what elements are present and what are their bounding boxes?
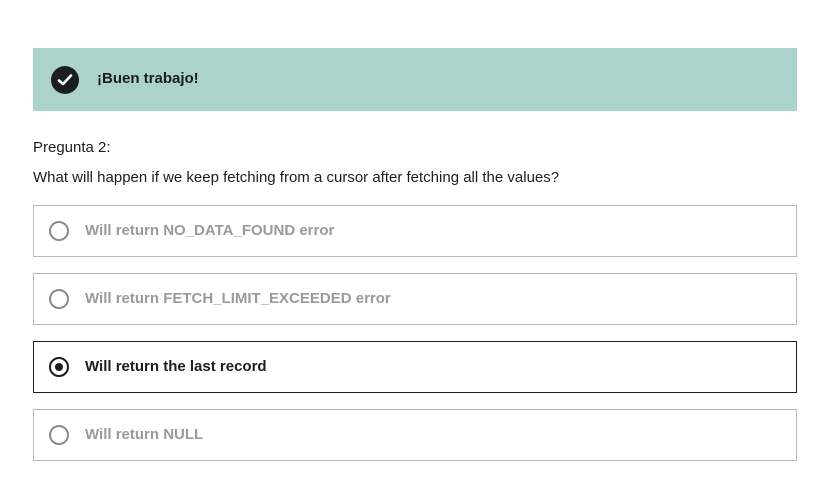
radio-button-selected[interactable] [49, 357, 69, 377]
feedback-message: ¡Buen trabajo! [97, 70, 199, 87]
question-text: What will happen if we keep fetching fro… [33, 169, 560, 186]
radio-button[interactable] [49, 425, 69, 445]
radio-selected-dot [55, 363, 63, 371]
radio-button[interactable] [49, 289, 69, 309]
answer-option-label: Will return the last record [85, 358, 267, 375]
answer-option-4[interactable]: Will return NULL [33, 409, 797, 461]
answer-option-label: Will return NULL [85, 426, 204, 443]
answer-option-3[interactable]: Will return the last record [33, 341, 797, 393]
radio-button[interactable] [49, 221, 69, 241]
check-circle-icon [51, 66, 79, 94]
checkmark-glyph [57, 74, 73, 86]
question-number: Pregunta 2: [33, 139, 111, 156]
answer-option-label: Will return FETCH_LIMIT_EXCEEDED error [85, 290, 391, 307]
quiz-page: ¡Buen trabajo! Pregunta 2: What will hap… [0, 0, 823, 493]
feedback-banner: ¡Buen trabajo! [33, 48, 797, 111]
answer-option-1[interactable]: Will return NO_DATA_FOUND error [33, 205, 797, 257]
answer-option-label: Will return NO_DATA_FOUND error [85, 222, 335, 239]
answer-option-2[interactable]: Will return FETCH_LIMIT_EXCEEDED error [33, 273, 797, 325]
